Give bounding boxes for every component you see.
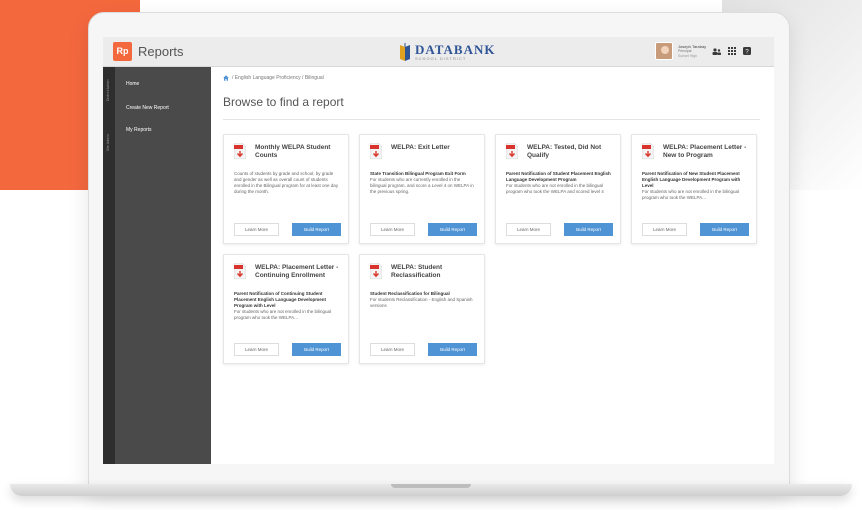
- build-report-button[interactable]: Build Report: [564, 223, 613, 236]
- app-screen: Rp Reports DATABANK SCHOOL DISTRICT Jose…: [103, 37, 774, 464]
- card-description: Counts of students by grade and school, …: [234, 171, 339, 194]
- learn-more-button[interactable]: Learn More: [642, 223, 687, 236]
- report-card[interactable]: WELPA: Placement Letter - New to Program…: [631, 134, 757, 244]
- laptop-notch: [391, 484, 471, 488]
- card-body: State Transition Bilingual Program Exit …: [370, 171, 478, 195]
- card-title: WELPA: Placement Letter - New to Program: [663, 144, 747, 159]
- learn-more-button[interactable]: Learn More: [370, 343, 415, 356]
- district-brand: DATABANK SCHOOL DISTRICT: [399, 42, 495, 62]
- build-report-button[interactable]: Build Report: [428, 343, 477, 356]
- report-card[interactable]: WELPA: Tested, Did Not Qualify Parent No…: [495, 134, 621, 244]
- card-title: WELPA: Exit Letter: [391, 144, 450, 151]
- main-content: / English Language Proficiency / Bilingu…: [211, 67, 774, 464]
- role-rail: District Admin Site Admin: [103, 67, 115, 464]
- help-icon[interactable]: ?: [742, 47, 751, 56]
- top-bar: Rp Reports DATABANK SCHOOL DISTRICT Jose…: [103, 37, 774, 67]
- app-name: Reports: [138, 44, 184, 59]
- grid-icon[interactable]: [727, 47, 736, 56]
- card-body: Parent Notification of Continuing Studen…: [234, 291, 342, 321]
- card-description: For students who are not enrolled in the…: [642, 189, 740, 200]
- breadcrumb-path[interactable]: / English Language Proficiency / Bilingu…: [232, 75, 324, 81]
- user-school: Sunset High: [678, 53, 698, 58]
- sidebar-item-create-new-report[interactable]: Create New Report: [126, 105, 169, 111]
- title-divider: [223, 119, 760, 120]
- users-icon[interactable]: [712, 47, 722, 56]
- card-subtitle: Parent Notification of Student Placement…: [506, 171, 611, 182]
- pdf-icon: [370, 143, 382, 159]
- user-name: Joseph Tarabay: [678, 43, 707, 49]
- rail-tab-district-admin[interactable]: District Admin: [106, 80, 110, 101]
- build-report-button[interactable]: Build Report: [292, 343, 341, 356]
- card-body: Counts of students by grade and school, …: [234, 171, 342, 195]
- card-body: Parent Notification of Student Placement…: [506, 171, 614, 195]
- report-card[interactable]: WELPA: Student Reclassification Student …: [359, 254, 485, 364]
- build-report-button[interactable]: Build Report: [700, 223, 749, 236]
- rail-tab-site-admin[interactable]: Site Admin: [106, 134, 110, 151]
- learn-more-button[interactable]: Learn More: [234, 223, 279, 236]
- build-report-button[interactable]: Build Report: [428, 223, 477, 236]
- user-area[interactable]: Joseph Tarabay Principal Sunset High ?: [655, 42, 751, 60]
- pdf-icon: [370, 263, 382, 279]
- card-title: WELPA: Tested, Did Not Qualify: [527, 144, 602, 159]
- card-subtitle: Parent Notification of New Student Place…: [642, 171, 741, 188]
- card-description: For students Reclassification - English …: [370, 297, 473, 308]
- app-logo[interactable]: Rp: [113, 42, 132, 61]
- card-title: Monthly WELPA Student Counts: [255, 144, 331, 159]
- learn-more-button[interactable]: Learn More: [370, 223, 415, 236]
- pdf-icon: [506, 143, 518, 159]
- sidebar: Home Create New Report My Reports: [115, 67, 211, 464]
- avatar[interactable]: [655, 42, 673, 60]
- report-card[interactable]: WELPA: Placement Letter - Continuing Enr…: [223, 254, 349, 364]
- brand-name: DATABANK: [415, 42, 496, 57]
- pdf-icon: [234, 143, 246, 159]
- card-title: WELPA: Placement Letter - Continuing Enr…: [255, 264, 339, 279]
- card-description: For students who are not enrolled in the…: [234, 309, 332, 320]
- pdf-icon: [234, 263, 246, 279]
- learn-more-button[interactable]: Learn More: [506, 223, 551, 236]
- card-title: WELPA: Student Reclassification: [391, 264, 443, 279]
- brand-book-icon: [400, 43, 410, 61]
- breadcrumb: / English Language Proficiency / Bilingu…: [223, 75, 324, 81]
- report-card[interactable]: WELPA: Exit Letter State Transition Bili…: [359, 134, 485, 244]
- card-body: Parent Notification of New Student Place…: [642, 171, 750, 201]
- card-subtitle: Parent Notification of Continuing Studen…: [234, 291, 327, 308]
- user-info: Joseph Tarabay Principal Sunset High: [678, 44, 706, 59]
- card-description: For students who are currently enrolled …: [370, 177, 474, 194]
- build-report-button[interactable]: Build Report: [292, 223, 341, 236]
- home-icon[interactable]: [223, 75, 229, 81]
- sidebar-item-my-reports[interactable]: My Reports: [126, 127, 152, 133]
- page-title: Browse to find a report: [223, 95, 344, 109]
- card-body: Student Reclassification for Bilingual F…: [370, 291, 478, 309]
- card-description: For students who are not enrolled in the…: [506, 183, 604, 194]
- pdf-icon: [642, 143, 654, 159]
- learn-more-button[interactable]: Learn More: [234, 343, 279, 356]
- report-card[interactable]: Monthly WELPA Student Counts Counts of s…: [223, 134, 349, 244]
- sidebar-item-home[interactable]: Home: [126, 81, 139, 87]
